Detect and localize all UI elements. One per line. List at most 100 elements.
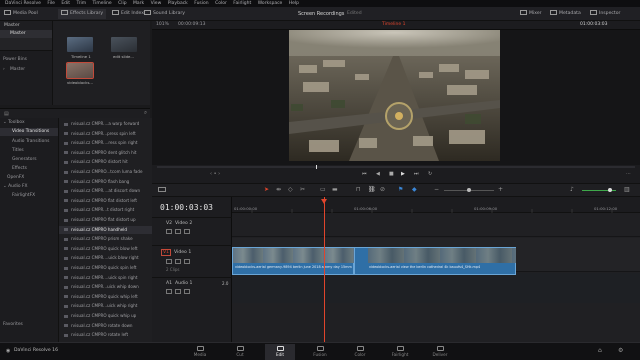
menu-item[interactable]: Trim	[77, 0, 87, 7]
category-fairlightfx[interactable]: FairlightFX	[12, 193, 35, 198]
track-visibility-icon[interactable]	[184, 229, 190, 234]
tab-cut[interactable]: Cut	[225, 346, 255, 357]
zoom-in-icon[interactable]: +	[498, 186, 503, 193]
effect-item[interactable]: rvisual.cz CMPRO quick blow left	[59, 245, 152, 253]
mixer-button[interactable]: Mixer	[520, 9, 542, 19]
lock-track-icon[interactable]	[166, 229, 172, 234]
position-lock-icon[interactable]: ⊘	[380, 186, 385, 193]
insert-clip-icon[interactable]: ▭	[320, 186, 326, 193]
volume-slider-handle[interactable]	[608, 188, 612, 192]
lock-track-icon[interactable]	[166, 259, 172, 264]
auto-select-icon[interactable]	[175, 259, 181, 264]
effect-item[interactable]: rvisual.cz CMPR....uick blow right	[59, 254, 152, 262]
effect-item[interactable]: rvisual.cz CMPR...t distort right	[59, 206, 152, 214]
tab-fairlight[interactable]: Fairlight	[385, 346, 415, 357]
menu-item[interactable]: Timeline	[93, 0, 112, 7]
sound-library-button[interactable]: Sound Library	[144, 9, 185, 19]
timeline-view-icon[interactable]	[158, 187, 166, 192]
menu-item[interactable]: Fairlight	[233, 0, 251, 7]
playhead[interactable]	[324, 197, 325, 342]
zoom-out-icon[interactable]: −	[434, 186, 439, 193]
category-audio-transitions[interactable]: Audio Transitions	[12, 139, 49, 144]
effect-item[interactable]: rvisual.cz CMPR...uick whip down	[59, 283, 152, 291]
scrubber[interactable]	[157, 166, 635, 168]
linked-selection-icon[interactable]: ⛓	[368, 186, 376, 193]
panel-toggle-icon[interactable]: ▤	[4, 111, 9, 117]
menu-item[interactable]: Mark	[133, 0, 144, 7]
zoom-level[interactable]: 101%	[156, 22, 169, 27]
media-pool-button[interactable]: Media Pool	[4, 9, 38, 19]
menu-item[interactable]: Help	[289, 0, 299, 7]
overwrite-clip-icon[interactable]: ▬	[332, 186, 338, 193]
category-effects[interactable]: Effects	[12, 166, 27, 171]
effect-item[interactable]: rvisual.cz CMPRO handheld	[59, 225, 152, 234]
video-clip[interactable]: videoblocks-aerial view the berlin cathe…	[354, 247, 516, 275]
toolbox-item[interactable]: ⌄ Toolbox	[3, 120, 25, 125]
flag-icon[interactable]: ⚑	[398, 186, 403, 193]
effect-item[interactable]: rvisual.cz CMPRO flat distort up	[59, 216, 152, 224]
effect-item[interactable]: rvisual.cz CMPR...uick whip right	[59, 302, 152, 310]
effect-item[interactable]: rvisual.cz CMPR....ress spin right	[59, 139, 152, 147]
clip-thumbnail[interactable]	[66, 62, 94, 79]
effect-item[interactable]: rvisual.cz CMPRO prism shake	[59, 235, 152, 243]
category-video-transitions[interactable]: Video Transitions	[0, 128, 58, 136]
selection-tool-icon[interactable]: ➤	[264, 186, 269, 193]
menu-item[interactable]: Playback	[168, 0, 188, 7]
dynamic-trim-icon[interactable]: ◇	[288, 186, 293, 193]
effect-item[interactable]: rvisual.cz CMPR....uick spin right	[59, 274, 152, 282]
menu-item[interactable]: Fusion	[194, 0, 208, 7]
category-audio-fx[interactable]: ⌄ Audio FX	[3, 184, 28, 189]
viewer-options-icon[interactable]: ⋯	[626, 171, 631, 177]
effect-item[interactable]: rvisual.cz CMPRO quick whip up	[59, 312, 152, 320]
metadata-button[interactable]: Metadata	[550, 9, 581, 19]
skip-forward-icon[interactable]: ⏭	[414, 171, 419, 177]
effect-item[interactable]: rvisual.cz CMPRO rotate left	[59, 331, 152, 339]
track-visibility-icon[interactable]	[184, 259, 190, 264]
chevron-right-icon[interactable]: ›	[3, 67, 5, 72]
inspector-button[interactable]: Inspector	[590, 9, 620, 19]
power-bin-master[interactable]: Master	[10, 67, 25, 72]
effect-item[interactable]: rvisual.cz CMPR...press spin left	[59, 130, 152, 138]
zoom-slider-handle[interactable]	[467, 188, 471, 192]
edit-index-button[interactable]: Edit Index	[112, 9, 144, 19]
menu-item[interactable]: File	[47, 0, 55, 7]
category-openfx[interactable]: OpenFX	[7, 175, 24, 180]
play-icon[interactable]: ▶	[401, 171, 405, 177]
category-titles[interactable]: Titles	[12, 148, 24, 153]
auto-select-icon[interactable]	[175, 229, 181, 234]
tab-edit[interactable]: Edit	[265, 344, 295, 360]
effect-item[interactable]: rvisual.cz CMPRO dent glitch hit	[59, 149, 152, 157]
timeline-ruler[interactable]: 01:00:00:00 01:00:06:00 01:00:09:00 01:0…	[232, 197, 640, 213]
track-name[interactable]: Video 1	[174, 250, 191, 255]
tab-media[interactable]: Media	[185, 346, 215, 357]
clip-thumbnail[interactable]	[111, 37, 137, 52]
blade-tool-icon[interactable]: ✂	[300, 186, 305, 193]
tab-deliver[interactable]: Deliver	[425, 346, 455, 357]
effect-item[interactable]: rvisual.cz CMPRO quick whip left	[59, 293, 152, 301]
effect-item[interactable]: rvisual.cz CMPR....at discort down	[59, 187, 152, 195]
skip-back-icon[interactable]: ⏮	[362, 171, 367, 177]
play-reverse-icon[interactable]: ◀	[376, 171, 380, 177]
scrubber-handle[interactable]	[316, 165, 317, 169]
tab-fusion[interactable]: Fusion	[305, 346, 335, 357]
track-id[interactable]: V1	[161, 249, 172, 256]
effect-item[interactable]: rvisual.cz CMPRO rotate down	[59, 322, 152, 330]
stop-icon[interactable]: ■	[389, 171, 394, 177]
effect-item[interactable]: rvisual.cz CMPRO distort hit	[59, 158, 152, 166]
home-icon[interactable]: ⌂	[598, 347, 602, 354]
lock-track-icon[interactable]	[166, 289, 172, 294]
effect-item[interactable]: rvisual.cz CMPRO...tcom luma fade	[59, 168, 152, 176]
tab-color[interactable]: Color	[345, 346, 375, 357]
effect-item[interactable]: rvisual.cz CMPR....a warp forward	[59, 120, 152, 128]
settings-gear-icon[interactable]: ⚙	[618, 347, 623, 354]
effect-item[interactable]: rvisual.cz CMPRO flat distort left	[59, 197, 152, 205]
menu-item[interactable]: Edit	[61, 0, 70, 7]
search-icon[interactable]: ⌕	[144, 110, 147, 117]
marker-icon[interactable]: ◆	[412, 186, 417, 193]
trim-tool-icon[interactable]: ⇹	[276, 186, 281, 193]
menu-item[interactable]: Workspace	[258, 0, 283, 7]
menu-item[interactable]: DaVinci Resolve	[5, 0, 41, 7]
bin-master[interactable]: Master	[0, 30, 52, 38]
effects-library-button[interactable]: Effects Library	[58, 9, 107, 19]
jog-control-icon[interactable]: ‹ • ›	[210, 171, 220, 177]
